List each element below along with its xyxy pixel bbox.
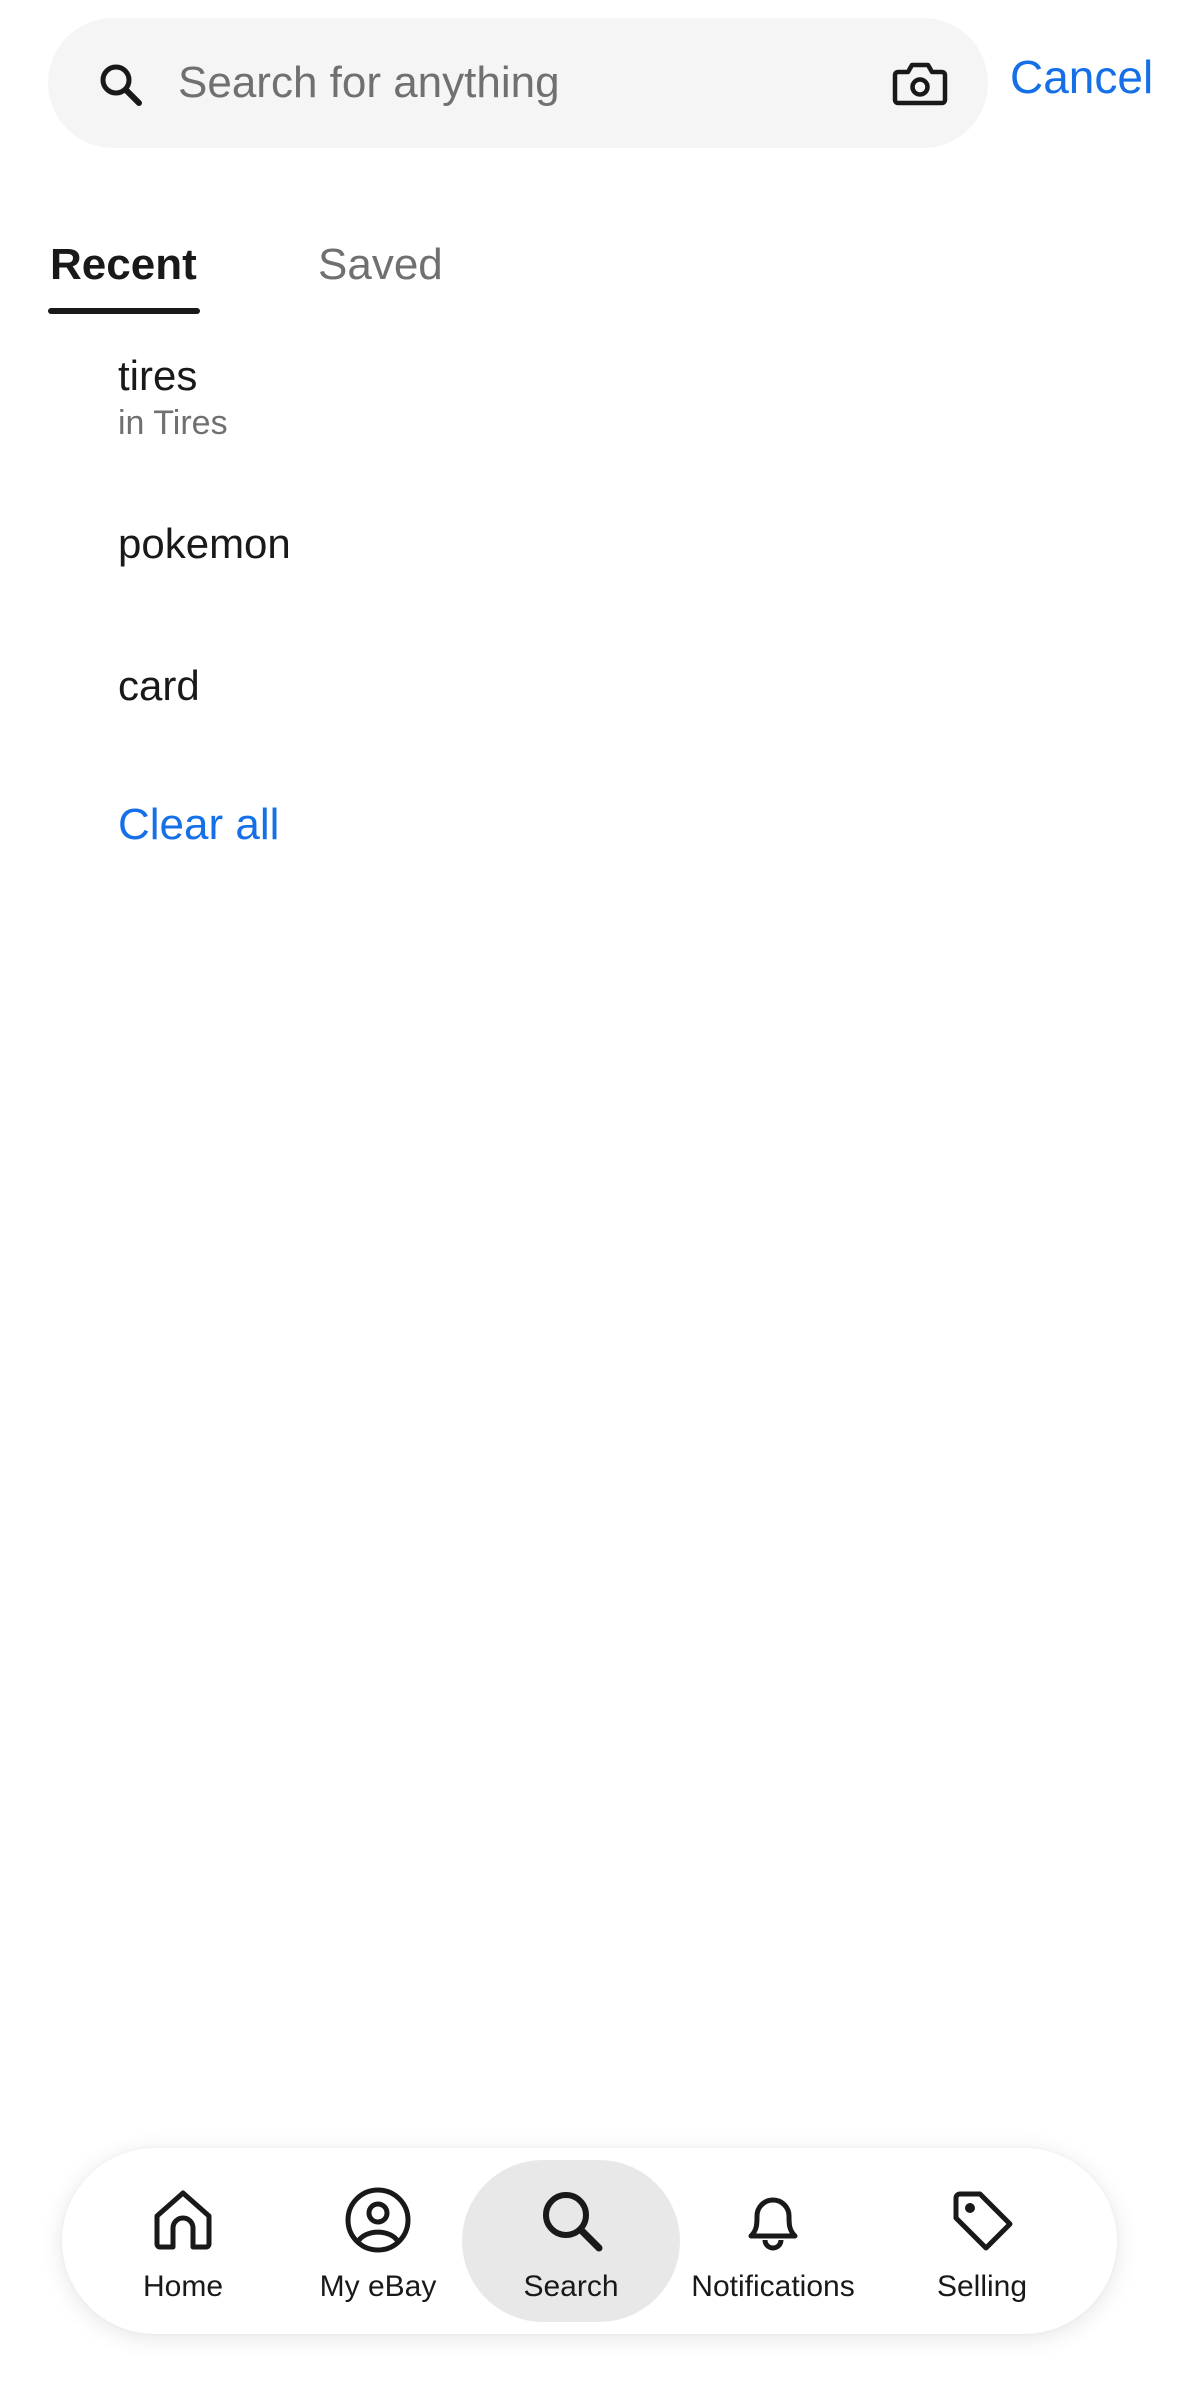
search-input[interactable] [178, 48, 898, 118]
recent-search-item[interactable]: tires in Tires [118, 352, 228, 443]
recent-search-item[interactable]: pokemon [118, 520, 291, 568]
recent-search-category: in Tires [118, 404, 228, 442]
nav-notifications[interactable]: Notifications [688, 2160, 858, 2322]
home-icon [154, 2190, 212, 2250]
tag-icon [953, 2191, 1013, 2251]
clear-all-button[interactable]: Clear all [118, 800, 279, 850]
tab-saved[interactable]: Saved [318, 240, 443, 290]
tab-recent[interactable]: Recent [50, 240, 197, 290]
nav-my-ebay[interactable]: My eBay [308, 2160, 448, 2322]
search-icon [100, 64, 142, 106]
camera-icon[interactable] [892, 58, 948, 108]
nav-label: Search [523, 2270, 619, 2303]
recent-search-term: tires [118, 352, 198, 399]
nav-label: Selling [936, 2270, 1028, 2303]
nav-label: Notifications [691, 2270, 855, 2303]
bottom-nav: Home My eBay Search Notifications Sellin… [62, 2148, 1117, 2334]
nav-selling[interactable]: Selling [922, 2160, 1042, 2322]
nav-search[interactable]: Search [462, 2160, 680, 2322]
app-root: Cancel Recent Saved tires in Tires pokem… [0, 0, 1179, 2396]
profile-icon [345, 2187, 411, 2253]
recent-search-item[interactable]: card [118, 662, 200, 710]
recent-search-term: pokemon [118, 520, 291, 567]
search-bar[interactable] [48, 18, 988, 148]
nav-label: Home [142, 2270, 224, 2303]
nav-label: My eBay [319, 2270, 437, 2303]
cancel-button[interactable]: Cancel [1010, 50, 1153, 104]
bell-icon [748, 2197, 798, 2251]
search-icon [543, 2192, 603, 2252]
active-tab-indicator [48, 308, 200, 314]
nav-home[interactable]: Home [122, 2160, 244, 2322]
recent-search-term: card [118, 662, 200, 709]
search-tabs: Recent Saved [48, 240, 648, 320]
